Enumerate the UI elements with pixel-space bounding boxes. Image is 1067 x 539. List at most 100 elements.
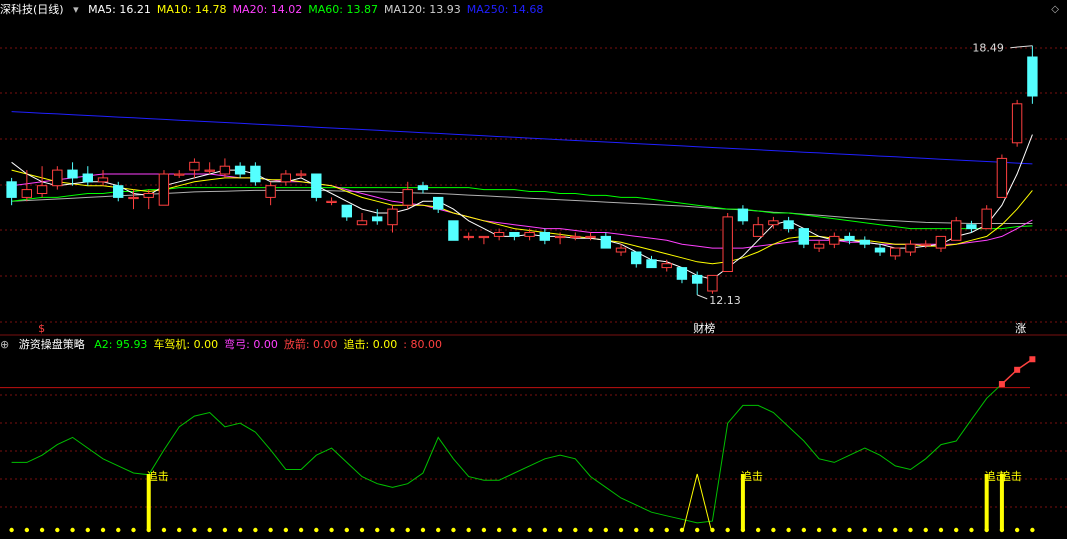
baseline-dot xyxy=(740,527,746,533)
baseline-dot xyxy=(253,527,258,533)
legend-ma10: MA10: 14.78 xyxy=(156,3,227,16)
candle xyxy=(722,213,733,272)
candle-body xyxy=(692,274,703,284)
baseline-dot xyxy=(329,527,334,533)
candle xyxy=(768,216,779,229)
baseline-dot xyxy=(755,527,761,533)
baseline-dot xyxy=(603,527,608,533)
candle-body xyxy=(981,208,992,230)
candle xyxy=(341,204,353,221)
indicator-title: 游资操盘策略 xyxy=(18,338,85,351)
baseline-dot xyxy=(405,527,410,533)
event-label-right: 涨 xyxy=(1015,322,1026,335)
candle-body xyxy=(250,165,261,183)
candle-body xyxy=(113,185,124,198)
candle-body xyxy=(295,173,307,176)
indicator-legend-item: 追击: 0.00 xyxy=(343,338,398,351)
candle-body xyxy=(798,228,809,245)
indicator-legend-item: 车驾机: 0.00 xyxy=(153,338,219,351)
baseline-dot xyxy=(557,527,563,533)
baseline-dot xyxy=(908,527,913,533)
baseline-dot xyxy=(55,527,60,533)
indicator-legend-item: : 80.00 xyxy=(403,338,442,351)
event-label-left: $ xyxy=(38,322,45,335)
baseline-dot xyxy=(527,527,532,533)
collapse-icon[interactable]: ▾ xyxy=(73,3,79,16)
baseline-dot xyxy=(695,527,700,533)
candle-body xyxy=(768,220,779,226)
candle xyxy=(905,240,916,256)
candle-body xyxy=(646,259,657,269)
candle-body xyxy=(372,216,383,222)
baseline-dot xyxy=(375,527,380,533)
candle-body xyxy=(935,235,947,249)
candle-body xyxy=(463,235,474,239)
candle-body xyxy=(478,235,490,239)
baseline-dot xyxy=(512,527,517,533)
oscillator-panel: 追击 追击 追击追击 xyxy=(0,356,1036,533)
candle xyxy=(737,205,749,225)
candle xyxy=(295,170,307,178)
price-markers: 18.49 12.13 $ 财榜 涨 xyxy=(38,42,1033,335)
candle xyxy=(143,189,154,210)
baseline-dot xyxy=(877,527,883,533)
candle xyxy=(996,154,1008,198)
candle xyxy=(981,205,992,230)
candle xyxy=(356,213,368,226)
indicator-legend-item: 弯弓: 0.00 xyxy=(224,338,278,351)
baseline-dot xyxy=(984,527,989,533)
candle xyxy=(265,181,276,206)
oscillator-high-point xyxy=(998,381,1005,388)
candle xyxy=(1027,45,1038,104)
candle xyxy=(158,170,170,206)
baseline-dot xyxy=(649,527,654,533)
baseline-dot xyxy=(85,527,90,533)
high-marker-arrow xyxy=(1010,45,1033,49)
candle xyxy=(798,228,809,249)
candle-body xyxy=(402,189,413,206)
expand-icon[interactable]: ⊕ xyxy=(0,338,9,351)
candle xyxy=(234,162,246,178)
baseline-dot xyxy=(573,527,578,533)
baseline-dot xyxy=(314,527,319,533)
event-label-mid: 财榜 xyxy=(693,321,715,335)
oscillator-line xyxy=(11,358,1033,524)
baseline-dot xyxy=(39,527,45,533)
candle-body xyxy=(189,161,200,171)
baseline-dot xyxy=(786,527,791,533)
candle-body xyxy=(813,243,825,249)
baseline-dot xyxy=(161,527,167,533)
candle-body xyxy=(387,208,398,226)
candle-body xyxy=(829,235,840,245)
candle-body xyxy=(311,173,322,198)
candle xyxy=(676,267,688,284)
candle xyxy=(478,235,490,245)
candle-body xyxy=(722,216,733,272)
candle xyxy=(311,173,322,202)
baseline-dot xyxy=(588,527,593,533)
low-marker-label: 12.13 xyxy=(709,294,741,307)
candle xyxy=(463,232,474,241)
candle-body xyxy=(554,235,566,239)
candle-body xyxy=(1011,103,1023,144)
baseline-dot xyxy=(268,527,273,533)
candle-body xyxy=(52,169,63,187)
expand-arrow-icon[interactable]: ◇ xyxy=(1051,4,1059,15)
candle-body xyxy=(676,267,688,280)
candle-body xyxy=(493,232,505,237)
baseline-dot xyxy=(832,527,837,533)
grid-lines xyxy=(0,47,1067,508)
candle xyxy=(752,216,764,237)
candle-body xyxy=(539,232,550,241)
candle-body xyxy=(920,243,931,246)
baseline-dot xyxy=(100,527,106,533)
candle xyxy=(174,170,185,178)
candle xyxy=(448,220,459,241)
oscillator-high-point xyxy=(1014,366,1021,373)
candle xyxy=(250,162,261,186)
baseline-dot xyxy=(801,527,807,533)
candle-body xyxy=(280,173,292,183)
baseline-dot xyxy=(390,527,395,533)
candle-body xyxy=(905,243,916,253)
candle-body xyxy=(783,220,794,230)
